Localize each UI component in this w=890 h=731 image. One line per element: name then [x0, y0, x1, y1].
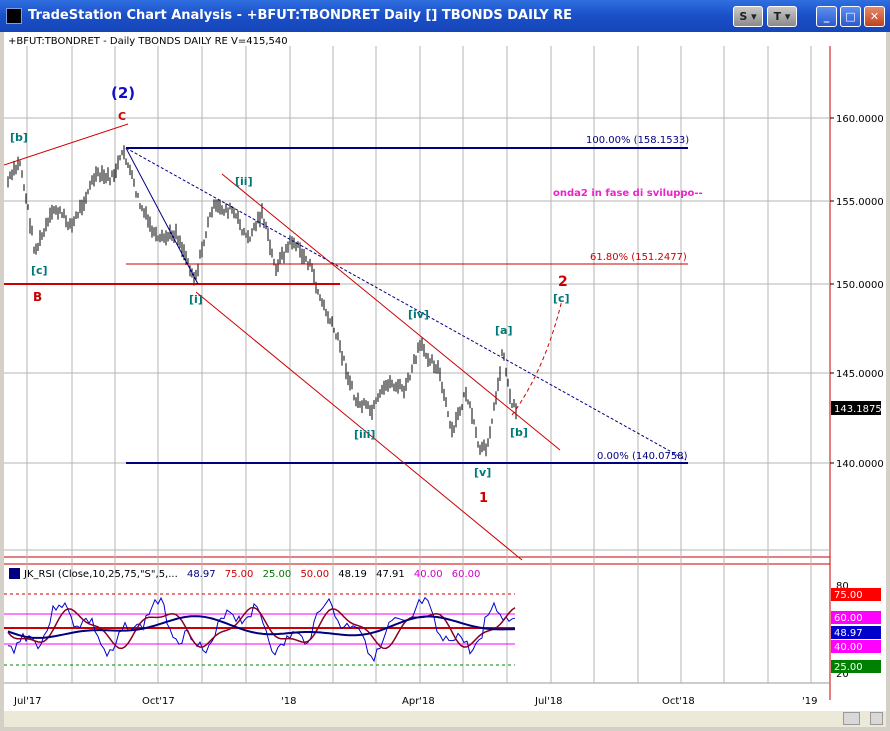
wave-iv-label: [iv] — [408, 308, 429, 321]
last-price-label: 143.1875 — [834, 404, 882, 415]
indicator-name: JK_RSI (Close,10,25,75,"S",5,... — [23, 569, 178, 580]
indicator-value: 60.00 — [452, 569, 481, 580]
date-tick: Apr'18 — [402, 696, 435, 707]
chart-svg: +BFUT:TBONDRET - Daily TBONDS DAILY RE V… — [4, 32, 884, 707]
price-tick: 160.0000 — [836, 114, 884, 125]
wave-b-top-label: [b] — [10, 131, 28, 144]
fib-618-label: 61.80% (151.2477) — [590, 252, 687, 263]
date-tick: Jul'17 — [13, 696, 42, 707]
style-button[interactable]: S ▾ — [733, 6, 763, 27]
price-plot-area[interactable] — [4, 32, 830, 564]
date-axis: Jul'17 Oct'17 '18 Apr'18 Jul'18 Oct'18 '… — [13, 696, 817, 707]
indicator-plot-area[interactable] — [4, 565, 830, 683]
wave-2-target-label: 2 — [558, 274, 568, 290]
price-tick: 140.0000 — [836, 459, 884, 470]
app-icon — [6, 8, 22, 24]
chart-header: +BFUT:TBONDRET - Daily TBONDS DAILY RE V… — [8, 36, 288, 47]
rsi-tag: 25.00 — [834, 662, 863, 673]
indicator-value: 75.00 — [225, 569, 254, 580]
wave-i-label: [i] — [189, 293, 203, 306]
date-tick: '19 — [802, 696, 817, 707]
horizontal-scrollbar[interactable] — [4, 711, 886, 727]
chart-window: +BFUT:TBONDRET - Daily TBONDS DAILY RE V… — [4, 32, 886, 727]
price-tick: 150.0000 — [836, 280, 884, 291]
wave-ii-label: [ii] — [235, 175, 253, 188]
title-bar: TradeStation Chart Analysis - +BFUT:TBON… — [0, 0, 890, 32]
rsi-tag: 60.00 — [834, 613, 863, 624]
wave-v-label: [v] — [474, 466, 491, 479]
minimize-button[interactable]: _ — [816, 6, 837, 27]
fib-0-label: 0.00% (140.0758) — [597, 451, 688, 462]
wave-2-label: (2) — [111, 84, 135, 102]
indicator-value-tags: 75.00 60.00 48.97 40.00 25.00 — [831, 588, 881, 673]
tools-button-label: T — [773, 10, 782, 23]
window-title: TradeStation Chart Analysis - +BFUT:TBON… — [28, 8, 573, 23]
wave-c-left-label: [c] — [31, 264, 48, 277]
date-tick: Oct'18 — [662, 696, 695, 707]
close-button[interactable]: ✕ — [864, 6, 885, 27]
indicator-color-swatch[interactable] — [9, 568, 20, 579]
wave-c-right-label: [c] — [553, 292, 570, 305]
maximize-button[interactable]: □ — [840, 6, 861, 27]
resize-grip[interactable] — [870, 712, 883, 725]
date-tick: Jul'18 — [534, 696, 563, 707]
wave-iii-label: [iii] — [354, 428, 375, 441]
indicator-value: 48.19 — [338, 569, 367, 580]
price-tick: 155.0000 — [836, 197, 884, 208]
scrollbar-thumb[interactable] — [843, 712, 860, 725]
annotation-text: onda2 in fase di sviluppo-- — [553, 188, 703, 199]
price-tick: 145.0000 — [836, 369, 884, 380]
date-tick: Oct'17 — [142, 696, 175, 707]
style-button-label: S — [739, 10, 748, 23]
rsi-tag: 48.97 — [834, 628, 863, 639]
indicator-value: 48.97 — [187, 569, 216, 580]
indicator-value: 25.00 — [263, 569, 292, 580]
rsi-tag: 40.00 — [834, 642, 863, 653]
wave-C-label: C — [118, 110, 126, 123]
indicator-value: 40.00 — [414, 569, 443, 580]
wave-b-label: [b] — [510, 426, 528, 439]
rsi-tag: 75.00 — [834, 590, 863, 601]
price-axis: 160.0000 155.0000 150.0000 145.0000 140.… — [830, 114, 884, 470]
indicator-value: 47.91 — [376, 569, 405, 580]
date-tick: '18 — [281, 696, 296, 707]
tools-button[interactable]: T ▾ — [767, 6, 797, 27]
wave-a-label: [a] — [495, 324, 512, 337]
indicator-value: 50.00 — [300, 569, 329, 580]
wave-B-label: B — [33, 290, 42, 304]
wave-1-label: 1 — [479, 491, 488, 506]
fib-100-label: 100.00% (158.1533) — [586, 135, 689, 146]
